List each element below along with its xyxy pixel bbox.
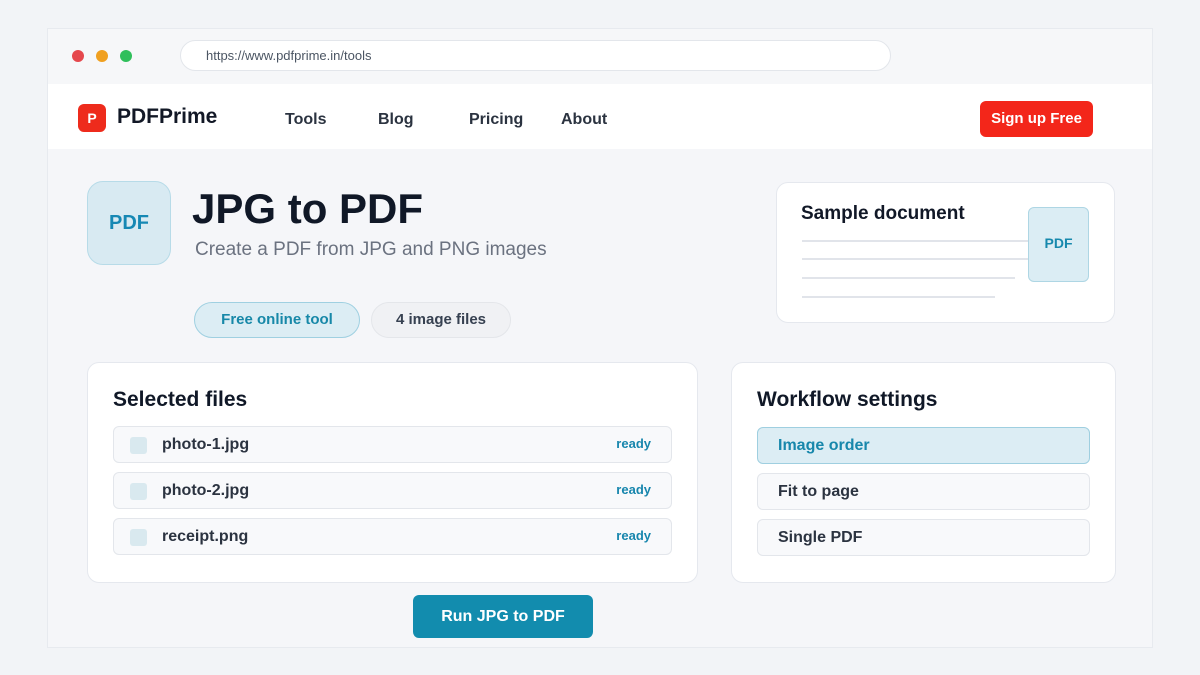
maximize-window-icon[interactable] <box>120 50 132 62</box>
file-count-badge: 4 image files <box>371 302 511 338</box>
page-title: JPG to PDF <box>192 185 424 232</box>
file-name: photo-1.jpg <box>162 436 250 453</box>
selected-files-card: Selected files photo-1.jpg ready photo-2… <box>87 362 698 583</box>
workflow-settings-heading: Workflow settings <box>757 388 938 411</box>
signup-button[interactable]: Sign up Free <box>980 101 1093 137</box>
file-checkbox[interactable] <box>130 529 147 546</box>
minimize-window-icon[interactable] <box>96 50 108 62</box>
file-status: ready <box>616 482 651 497</box>
setting-image-order[interactable]: Image order <box>757 427 1090 464</box>
file-checkbox[interactable] <box>130 483 147 500</box>
file-status: ready <box>616 528 651 543</box>
pdf-tool-icon: PDF <box>87 181 171 265</box>
file-row[interactable]: photo-2.jpg ready <box>113 472 672 509</box>
document-line <box>802 277 1015 279</box>
file-row[interactable]: photo-1.jpg ready <box>113 426 672 463</box>
close-window-icon[interactable] <box>72 50 84 62</box>
brand-name[interactable]: PDFPrime <box>117 105 217 129</box>
sample-document-title: Sample document <box>801 203 965 224</box>
page-subtitle: Create a PDF from JPG and PNG images <box>195 239 547 260</box>
browser-chrome: https://www.pdfprime.in/tools <box>48 29 1152 84</box>
setting-fit-to-page[interactable]: Fit to page <box>757 473 1090 510</box>
document-line <box>802 296 995 298</box>
file-checkbox[interactable] <box>130 437 147 454</box>
file-status: ready <box>616 436 651 451</box>
run-conversion-button[interactable]: Run JPG to PDF <box>413 595 593 638</box>
free-tool-badge: Free online tool <box>194 302 360 338</box>
document-line <box>802 258 1034 260</box>
sample-document-card: Sample document PDF <box>776 182 1115 323</box>
site-header: P PDFPrime Tools Blog Pricing About Sign… <box>48 84 1152 149</box>
browser-window: https://www.pdfprime.in/tools P PDFPrime… <box>47 28 1153 648</box>
nav-link-about[interactable]: About <box>561 111 607 129</box>
brand-logo-icon[interactable]: P <box>78 104 106 132</box>
file-name: photo-2.jpg <box>162 482 250 499</box>
workflow-settings-card: Workflow settings Image order Fit to pag… <box>731 362 1116 583</box>
nav-link-pricing[interactable]: Pricing <box>469 111 523 129</box>
setting-single-pdf[interactable]: Single PDF <box>757 519 1090 556</box>
pdf-file-icon: PDF <box>1028 207 1089 282</box>
nav-link-blog[interactable]: Blog <box>378 111 414 129</box>
file-row[interactable]: receipt.png ready <box>113 518 672 555</box>
address-bar[interactable]: https://www.pdfprime.in/tools <box>180 40 891 71</box>
file-name: receipt.png <box>162 528 249 545</box>
selected-files-heading: Selected files <box>113 388 248 411</box>
document-line <box>802 240 1062 242</box>
nav-link-tools[interactable]: Tools <box>285 111 326 129</box>
